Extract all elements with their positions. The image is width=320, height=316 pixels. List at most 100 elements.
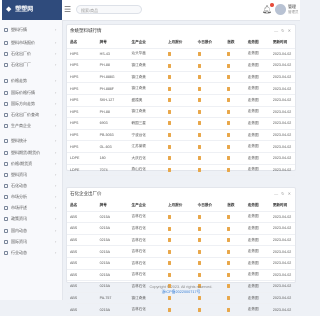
file-icon[interactable] bbox=[168, 249, 171, 254]
file-icon[interactable] bbox=[168, 156, 171, 161]
file-icon[interactable] bbox=[197, 109, 201, 114]
file-icon[interactable] bbox=[197, 63, 201, 68]
sidebar-item[interactable]: 政策资讯 › bbox=[0, 213, 62, 224]
file-icon[interactable] bbox=[165, 82, 195, 95]
file-icon[interactable] bbox=[168, 51, 171, 56]
file-icon[interactable] bbox=[194, 59, 225, 72]
file-icon[interactable] bbox=[197, 51, 201, 56]
file-icon[interactable] bbox=[165, 94, 195, 107]
file-icon[interactable] bbox=[194, 234, 225, 247]
file-icon[interactable] bbox=[194, 82, 225, 95]
file-icon[interactable] bbox=[165, 234, 195, 247]
file-icon[interactable] bbox=[194, 164, 225, 177]
trend-chart-link[interactable]: 走势图 bbox=[244, 117, 270, 130]
file-icon[interactable] bbox=[168, 238, 171, 243]
file-icon[interactable] bbox=[165, 222, 195, 235]
trend-chart-link[interactable]: 走势图 bbox=[244, 106, 270, 119]
file-icon[interactable] bbox=[168, 109, 171, 114]
sidebar-item[interactable]: 国际价格行情 › bbox=[0, 87, 62, 98]
file-icon[interactable] bbox=[168, 272, 171, 277]
file-icon[interactable] bbox=[194, 222, 225, 235]
menu-icon[interactable]: ☰ bbox=[64, 5, 71, 15]
file-icon[interactable] bbox=[165, 59, 195, 72]
avatar[interactable] bbox=[275, 4, 286, 15]
file-icon[interactable] bbox=[194, 71, 225, 84]
file-icon[interactable] bbox=[197, 156, 201, 161]
file-icon[interactable] bbox=[165, 140, 195, 153]
file-icon[interactable] bbox=[168, 121, 171, 126]
trend-chart-link[interactable]: 走势图 bbox=[244, 152, 270, 165]
file-icon[interactable] bbox=[165, 117, 195, 130]
search-input[interactable]: 搜索/商品 bbox=[76, 5, 142, 14]
file-icon[interactable] bbox=[194, 257, 225, 270]
trend-chart-link[interactable]: 走势图 bbox=[244, 94, 270, 107]
trend-chart-link[interactable]: 走势图 bbox=[244, 140, 270, 153]
file-icon[interactable] bbox=[194, 245, 225, 258]
file-icon[interactable] bbox=[168, 98, 171, 103]
file-icon[interactable] bbox=[194, 152, 225, 165]
file-icon[interactable] bbox=[168, 167, 171, 172]
file-icon[interactable] bbox=[194, 211, 225, 224]
file-icon[interactable] bbox=[194, 303, 225, 316]
trend-chart-link[interactable]: 走势图 bbox=[244, 164, 270, 177]
sidebar-item[interactable]: 价格/期货资 › bbox=[0, 158, 62, 169]
sidebar-item[interactable]: 市场评述 › bbox=[0, 202, 62, 213]
trend-chart-link[interactable]: 走势图 bbox=[244, 48, 270, 61]
file-icon[interactable] bbox=[165, 269, 195, 282]
trend-chart-link[interactable]: 走势图 bbox=[244, 71, 270, 84]
file-icon[interactable] bbox=[194, 48, 225, 61]
file-icon[interactable] bbox=[168, 144, 171, 149]
file-icon[interactable] bbox=[194, 269, 225, 282]
card-tools[interactable]: — ↻ ✕ bbox=[274, 191, 292, 196]
sidebar-item[interactable]: 塑料市场报价 › bbox=[0, 37, 62, 48]
trend-chart-link[interactable]: 走势图 bbox=[244, 222, 270, 235]
file-icon[interactable] bbox=[197, 121, 201, 126]
file-icon[interactable] bbox=[165, 48, 195, 61]
file-icon[interactable] bbox=[168, 133, 171, 138]
file-icon[interactable] bbox=[168, 86, 171, 91]
file-icon[interactable] bbox=[197, 307, 201, 312]
file-icon[interactable] bbox=[194, 94, 225, 107]
file-icon[interactable] bbox=[197, 272, 201, 277]
file-icon[interactable] bbox=[197, 214, 201, 219]
trend-chart-link[interactable]: 走势图 bbox=[244, 59, 270, 72]
file-icon[interactable] bbox=[197, 133, 201, 138]
trend-chart-link[interactable]: 走势图 bbox=[244, 129, 270, 142]
file-icon[interactable] bbox=[194, 140, 225, 153]
sidebar-item[interactable]: 塑料期货/期货价 › bbox=[0, 147, 62, 158]
sidebar-item[interactable]: 生产商企业 › bbox=[0, 120, 62, 131]
file-icon[interactable] bbox=[197, 86, 201, 91]
sidebar-item[interactable]: 石化出厂价查询 › bbox=[0, 109, 62, 120]
trend-chart-link[interactable]: 走势图 bbox=[244, 269, 270, 282]
file-icon[interactable] bbox=[197, 98, 201, 103]
icp-link[interactable]: 浙ICP备2022000717号 bbox=[62, 290, 300, 295]
file-icon[interactable] bbox=[197, 296, 201, 301]
file-icon[interactable] bbox=[168, 214, 171, 219]
file-icon[interactable] bbox=[165, 129, 195, 142]
sidebar-item[interactable]: 国内动态 › bbox=[0, 225, 62, 236]
sidebar-item[interactable]: 市场分析 › bbox=[0, 191, 62, 202]
file-icon[interactable] bbox=[197, 249, 201, 254]
sidebar-item[interactable]: 塑料行情 › bbox=[0, 24, 62, 35]
file-icon[interactable] bbox=[197, 167, 201, 172]
file-icon[interactable] bbox=[168, 307, 171, 312]
trend-chart-link[interactable]: 走势图 bbox=[244, 257, 270, 270]
trend-chart-link[interactable]: 走势图 bbox=[244, 303, 270, 316]
sidebar-item[interactable]: 价格走势 › bbox=[0, 75, 62, 86]
file-icon[interactable] bbox=[197, 238, 201, 243]
file-icon[interactable] bbox=[197, 144, 201, 149]
file-icon[interactable] bbox=[165, 245, 195, 258]
trend-chart-link[interactable]: 走势图 bbox=[244, 82, 270, 95]
sidebar-item[interactable]: 国际资讯 › bbox=[0, 236, 62, 247]
file-icon[interactable] bbox=[165, 211, 195, 224]
file-icon[interactable] bbox=[194, 117, 225, 130]
file-icon[interactable] bbox=[194, 129, 225, 142]
file-icon[interactable] bbox=[168, 75, 171, 80]
file-icon[interactable] bbox=[194, 106, 225, 119]
file-icon[interactable] bbox=[168, 261, 171, 266]
file-icon[interactable] bbox=[165, 152, 195, 165]
file-icon[interactable] bbox=[197, 75, 201, 80]
sidebar-item[interactable]: 塑料资讯 › bbox=[0, 169, 62, 180]
sidebar-item[interactable]: 塑料统计 › bbox=[0, 135, 62, 146]
sidebar-item[interactable]: 国际方向走势 › bbox=[0, 98, 62, 109]
